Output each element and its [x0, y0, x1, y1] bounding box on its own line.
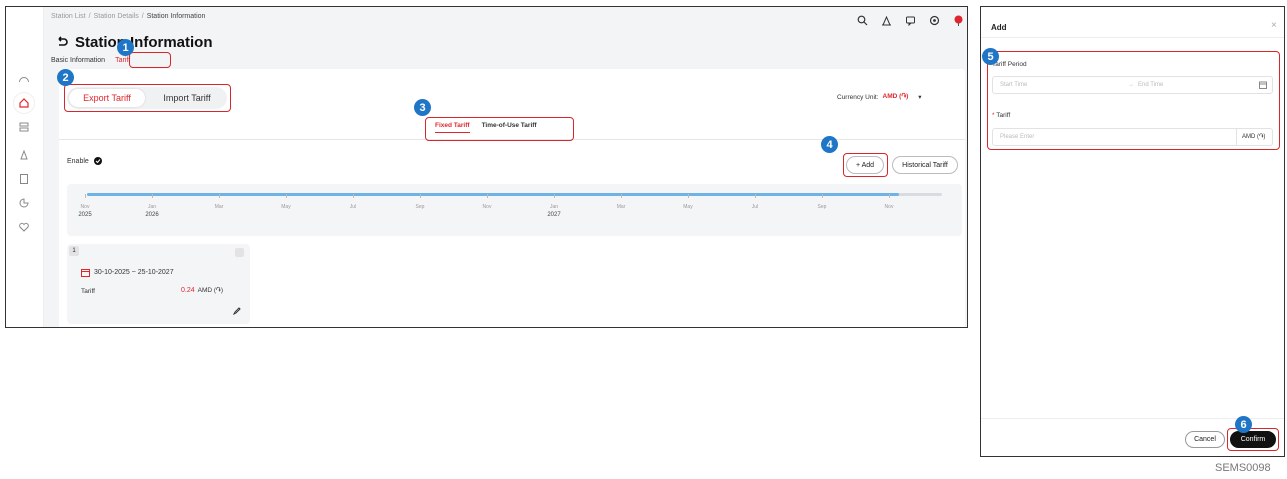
timeline-tick [688, 194, 689, 198]
tariff-timeline: Nov Jan Mar May Jul Sep Nov Jan Mar May Jul Sep Nov 2… [67, 184, 962, 236]
cancel-button[interactable]: Cancel [1185, 431, 1225, 448]
callout-box-5 [987, 51, 1280, 150]
callout-badge-3: 3 [414, 99, 431, 116]
chart-icon[interactable] [14, 193, 34, 213]
card-tariff-value: 0.24 [181, 287, 195, 294]
callout-badge-2: 2 [57, 69, 74, 86]
server-icon[interactable] [14, 117, 34, 137]
timeline-month-label: Jul [349, 204, 357, 210]
timeline-tick [621, 194, 622, 198]
timeline-month-label: May [683, 204, 693, 210]
timeline-tick [420, 194, 421, 198]
check-circle-icon [93, 157, 102, 165]
card-tariff-label: Tariff [81, 288, 95, 295]
figure-code: SEMS0098 [1215, 462, 1271, 474]
tab-basic-information[interactable]: Basic Information [51, 57, 105, 64]
callout-badge-6: 6 [1235, 416, 1252, 433]
tab-tariff[interactable]: Tariff [115, 57, 130, 64]
timeline-month-label: Nov [884, 204, 894, 210]
dialog-title: Add [991, 23, 1007, 32]
timeline-tick [554, 194, 555, 198]
edit-icon[interactable] [233, 307, 241, 315]
timeline-month-label: Sep [817, 204, 827, 210]
breadcrumb-separator: / [88, 13, 91, 20]
timeline-year-label: 2026 [145, 212, 159, 218]
card-date-row: 30-10-2025 ~ 25-10-2027 [81, 268, 174, 277]
timeline-tick [152, 194, 153, 198]
timeline-year-label: 2027 [547, 212, 561, 218]
main-window: Station List / Station Details / Station… [5, 6, 968, 328]
currency-unit: Currency Unit: AMD (֏) ▾ [837, 93, 922, 101]
card-index: 1 [69, 246, 79, 256]
back-icon[interactable] [55, 35, 69, 49]
callout-box-3 [425, 117, 574, 141]
page-title: Station Information [75, 34, 213, 51]
callout-box-6 [1227, 428, 1279, 451]
breadcrumb: Station List / Station Details / Station… [51, 13, 205, 20]
timeline-year-label: 2025 [78, 212, 92, 218]
timeline-tick [85, 194, 86, 198]
timeline-month-label: Jan [549, 204, 559, 210]
close-icon[interactable]: × [1271, 20, 1277, 31]
timeline-month-label: Nov [482, 204, 492, 210]
card-checkbox[interactable] [235, 248, 244, 257]
callout-box-4 [843, 153, 888, 177]
tariff-content: Export Tariff Import Tariff Currency Uni… [59, 69, 965, 327]
currency-label: Currency Unit: [837, 93, 879, 101]
enable-row: Enable [67, 157, 102, 165]
breadcrumb-separator: / [141, 13, 144, 20]
settings-icon[interactable] [928, 14, 940, 26]
report-icon[interactable] [14, 169, 34, 189]
currency-select[interactable]: AMD (֏) [883, 93, 909, 101]
historical-tariff-button[interactable]: Historical Tariff [892, 156, 958, 174]
tariff-card[interactable]: 1 30-10-2025 ~ 25-10-2027 Tariff 0.24 AM… [67, 244, 250, 324]
add-tariff-dialog: Add × Tariff Period Start Time → End Tim… [980, 6, 1285, 457]
timeline-month-label: Jan [147, 204, 157, 210]
card-date-range: 30-10-2025 ~ 25-10-2027 [94, 269, 174, 276]
side-rail [6, 7, 44, 327]
breadcrumb-station-list[interactable]: Station List [51, 13, 86, 20]
chevron-down-icon[interactable]: ▾ [918, 93, 921, 101]
dialog-divider [981, 37, 1284, 38]
timeline-coverage-bar [87, 193, 900, 196]
alarm-icon[interactable] [880, 14, 892, 26]
avatar[interactable] [952, 14, 964, 26]
home-icon[interactable] [14, 93, 34, 113]
message-icon[interactable] [904, 14, 916, 26]
timeline-month-label: Sep [415, 204, 425, 210]
timeline-month-label: Mar [616, 204, 626, 210]
card-tariff-unit: AMD (֏) [197, 287, 223, 294]
enable-label: Enable [67, 157, 89, 165]
timeline-month-label: Nov [80, 204, 90, 210]
timeline-track [87, 193, 942, 196]
callout-badge-1: 1 [117, 39, 134, 56]
timeline-tick [889, 194, 890, 198]
search-icon[interactable] [856, 14, 868, 26]
timeline-tick [353, 194, 354, 198]
breadcrumb-station-details[interactable]: Station Details [94, 13, 139, 20]
timeline-tick [755, 194, 756, 198]
speedometer-icon[interactable] [14, 69, 34, 89]
callout-badge-5: 5 [982, 48, 999, 65]
card-tariff-value-row: 0.24 AMD (֏) [181, 287, 223, 295]
callout-badge-4: 4 [821, 136, 838, 153]
timeline-tick [487, 194, 488, 198]
calendar-icon [81, 269, 90, 277]
callout-box-1 [129, 52, 171, 68]
callout-box-2 [64, 84, 231, 112]
timeline-month-label: May [281, 204, 291, 210]
sub-tabs: Basic Information Tariff [51, 57, 130, 64]
device-icon[interactable] [14, 145, 34, 165]
breadcrumb-station-information: Station Information [146, 13, 206, 20]
timeline-month-label: Jul [751, 204, 759, 210]
timeline-month-label: Mar [214, 204, 224, 210]
timeline-tick [822, 194, 823, 198]
timeline-tick [219, 194, 220, 198]
heart-icon[interactable] [14, 217, 34, 237]
timeline-tick [286, 194, 287, 198]
top-bar: Station List / Station Details / Station… [44, 7, 967, 69]
